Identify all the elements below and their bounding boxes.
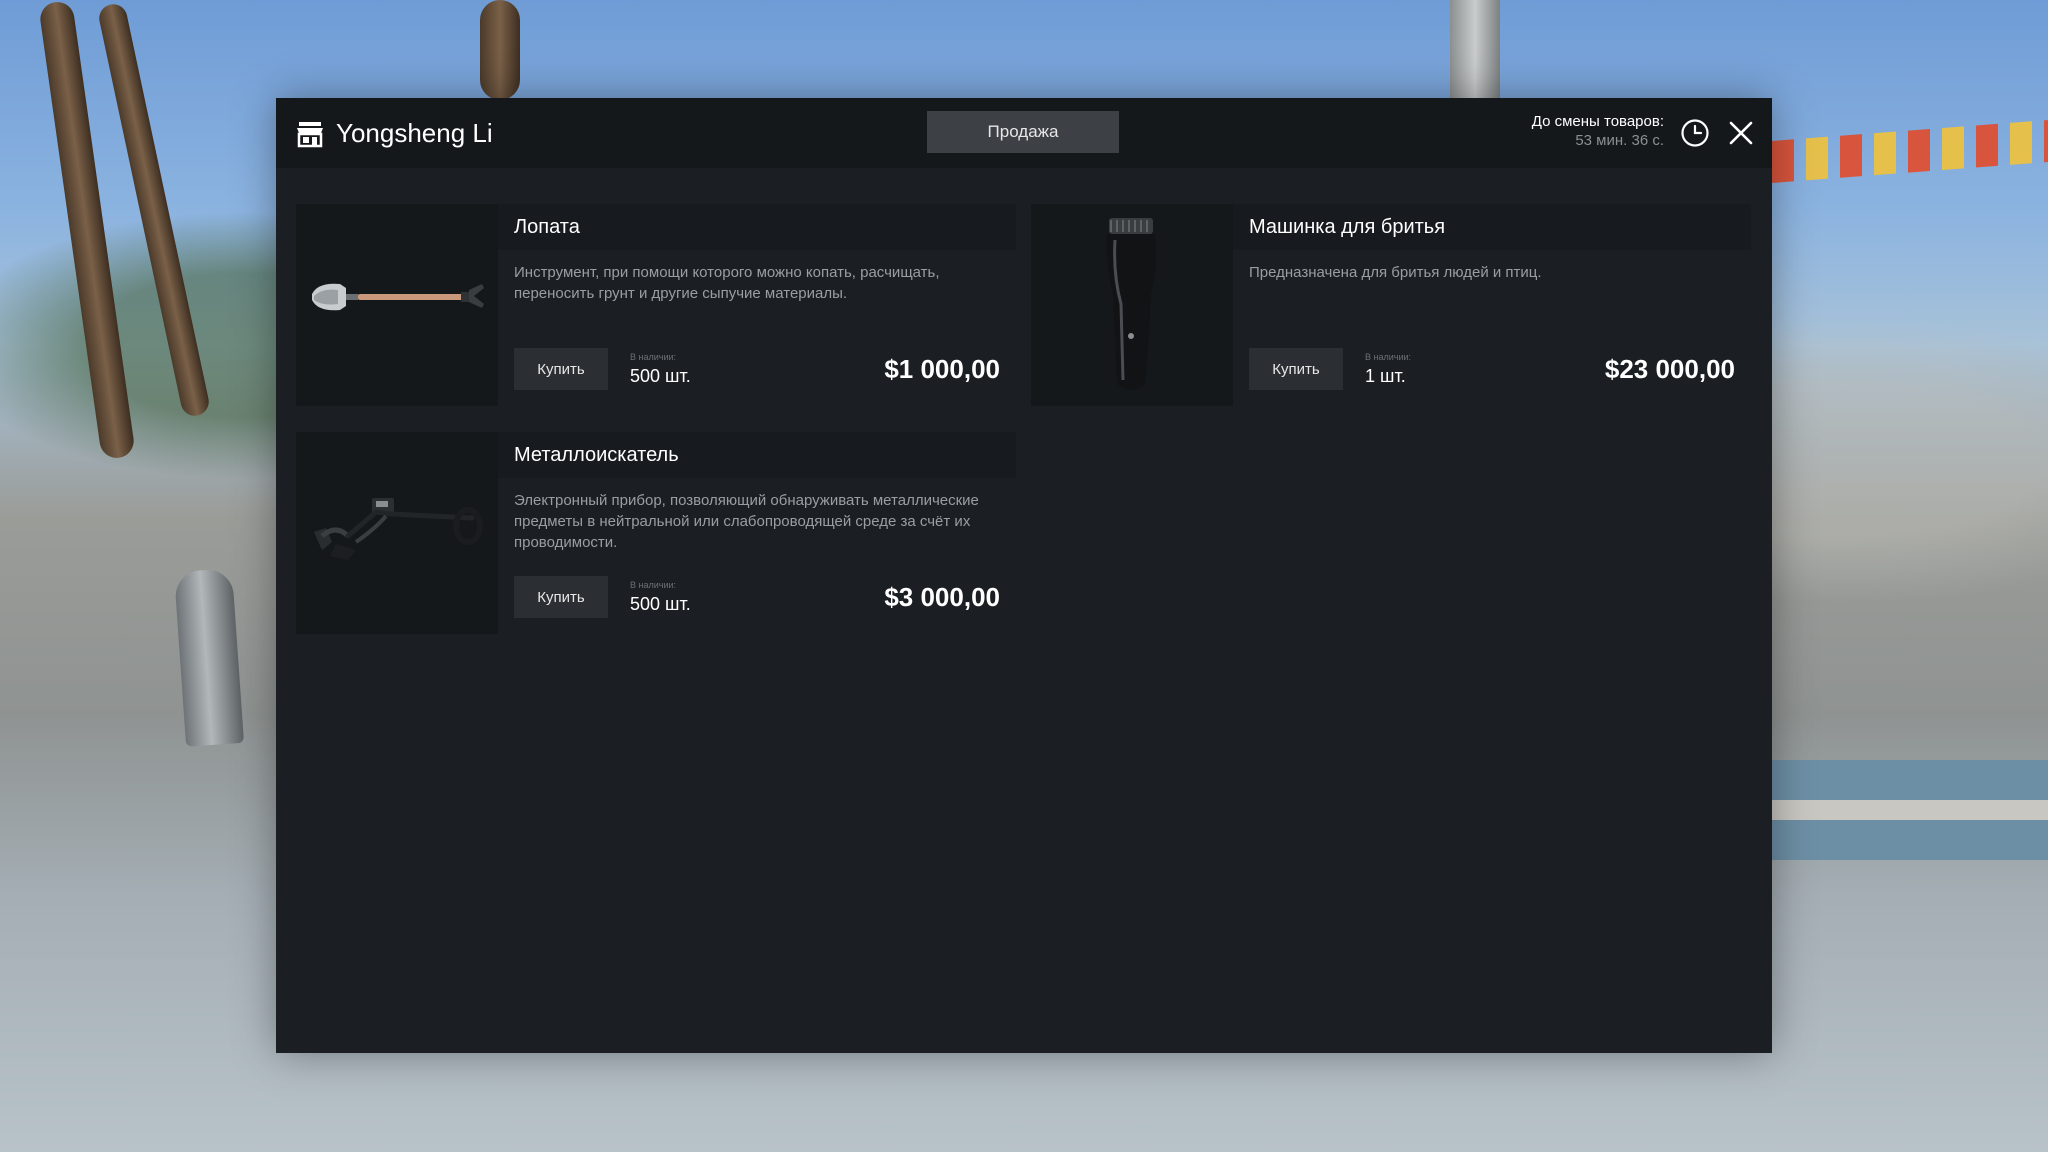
shop-icon <box>297 122 323 148</box>
stock-value: 1 шт. <box>1365 366 1406 386</box>
bollard <box>173 568 245 747</box>
buy-button-hair-clipper[interactable]: Купить <box>1249 348 1343 390</box>
item-image-hair-clipper <box>1031 204 1233 406</box>
stock-label: В наличии: <box>630 352 677 362</box>
item-title-bar: Машинка для бритья <box>1233 204 1751 250</box>
item-card-metal-detector: Металлоискатель Электронный прибор, позв… <box>296 432 1016 634</box>
metal-detector-icon <box>314 498 483 560</box>
item-card-shovel: Лопата Инструмент, при помощи которого м… <box>296 204 1016 406</box>
item-title: Металлоискатель <box>514 444 679 466</box>
timer-label: До смены товаров: <box>1531 113 1664 130</box>
item-description: Инструмент, при помощи которого можно ко… <box>514 264 940 302</box>
item-price: $1 000,00 <box>884 354 1000 384</box>
buy-button-metal-detector[interactable]: Купить <box>514 576 608 618</box>
close-icon[interactable] <box>1726 118 1756 148</box>
item-title: Лопата <box>514 216 580 238</box>
item-card-hair-clipper: Машинка для бритья Предназначена для бри… <box>1031 204 1751 406</box>
stock-label: В наличии: <box>630 580 677 590</box>
hair-clipper-icon <box>1106 218 1157 390</box>
shovel-icon <box>312 283 484 311</box>
item-title-bar: Лопата <box>498 204 1016 250</box>
lamp-pole <box>1450 0 1500 100</box>
shop-panel: Yongsheng Li Продажа До смены товаров: 5… <box>276 98 1772 1053</box>
buy-button-shovel[interactable]: Купить <box>514 348 608 390</box>
item-title: Машинка для бритья <box>1249 216 1446 238</box>
item-image-metal-detector <box>296 432 498 634</box>
timer-value: 53 мин. 36 с. <box>1575 132 1664 149</box>
stock-value: 500 шт. <box>630 594 691 614</box>
stock-value: 500 шт. <box>630 366 691 386</box>
bench <box>1772 760 2048 940</box>
item-image-shovel <box>296 204 498 406</box>
item-description: Электронный прибор, позволяющий обнаружи… <box>514 492 979 551</box>
item-description: Предназначена для бритья людей и птиц. <box>1249 264 1542 281</box>
panel-header: Yongsheng Li Продажа До смены товаров: 5… <box>276 98 1772 168</box>
item-title-bar: Металлоискатель <box>498 432 1016 478</box>
bunting-flags <box>1772 120 2048 183</box>
item-price: $23 000,00 <box>1604 354 1735 384</box>
tab-sell[interactable]: Продажа <box>927 111 1119 153</box>
clock-icon <box>1681 119 1709 147</box>
shop-name: Yongsheng Li <box>336 118 493 148</box>
item-price: $3 000,00 <box>884 582 1000 612</box>
palm-trunk <box>480 0 520 100</box>
stock-label: В наличии: <box>1365 352 1412 362</box>
